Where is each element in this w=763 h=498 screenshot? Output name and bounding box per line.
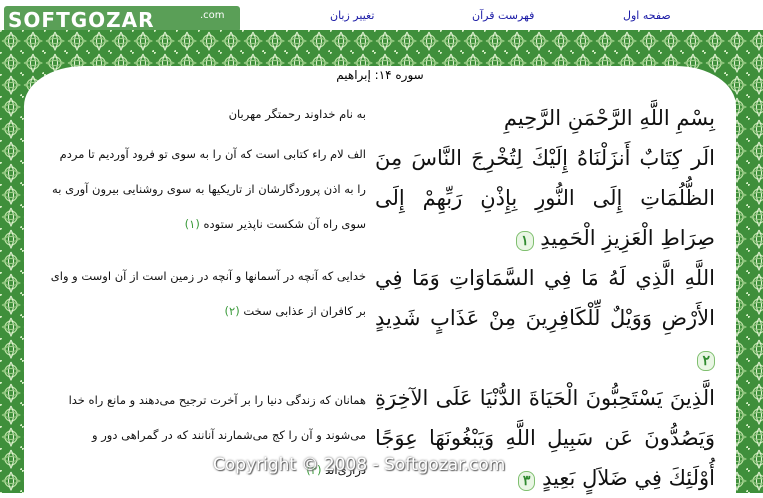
arabic-text: بِسْمِ اللَّهِ الرَّحْمَنِ الرَّحِيمِ [503, 106, 715, 130]
nav-home-link[interactable]: صفحه اول [623, 9, 671, 22]
ayah-number-marker: ۱ [516, 231, 534, 251]
verse-arabic-3: الَّذِينَ يَسْتَحِبُّونَ الْحَيَاةَ الدُ… [375, 378, 715, 498]
verse-persian-2: خدايى که آنچه در آسمانها و آنچه در زمين … [48, 259, 366, 329]
verse-arabic-1: الَر كِتَابٌ أَنزَلْنَاهُ إِلَيْكَ لِتُخ… [375, 138, 715, 258]
verse-number: (۱) [184, 217, 200, 231]
verse-arabic-0: بِسْمِ اللَّهِ الرَّحْمَنِ الرَّحِيمِ [375, 98, 715, 138]
verse-number: (۲) [224, 304, 240, 318]
sura-title: سوره ۱۴: إبراهیم [336, 68, 424, 82]
nav-quran-index-link[interactable]: فهرست قرآن [472, 9, 534, 22]
verse-arabic-2: اللَّهِ الَّذِي لَهُ مَا فِي السَّمَاوَا… [375, 258, 715, 378]
arabic-text: الَر كِتَابٌ أَنزَلْنَاهُ إِلَيْكَ لِتُخ… [375, 146, 715, 250]
persian-text: خدايى که آنچه در آسمانها و آنچه در زمين … [50, 269, 366, 318]
copyright-watermark: Copyright © 2008 - Softgozar.com [213, 455, 506, 475]
logo-text: SOFTGOZAR [8, 8, 155, 32]
top-navigation: SOFTGOZAR .com صفحه اول فهرست قرآن تغییر… [0, 0, 763, 32]
verse-persian-0: به نام خداوند رحمتگر مهربان [48, 97, 366, 132]
verse-persian-1: الف لام راء کتابى است که آن را به سوى تو… [48, 137, 366, 242]
logo-suffix: .com [200, 10, 225, 21]
persian-text: به نام خداوند رحمتگر مهربان [228, 107, 366, 121]
arabic-text: اللَّهِ الَّذِي لَهُ مَا فِي السَّمَاوَا… [375, 266, 715, 330]
nav-change-language-link[interactable]: تغییر زبان [330, 9, 374, 22]
ayah-number-marker: ۲ [697, 351, 715, 371]
softgozar-logo: SOFTGOZAR .com [4, 6, 240, 32]
ayah-number-marker: ۳ [517, 471, 536, 491]
persian-text: الف لام راء کتابى است که آن را به سوى تو… [52, 147, 366, 231]
